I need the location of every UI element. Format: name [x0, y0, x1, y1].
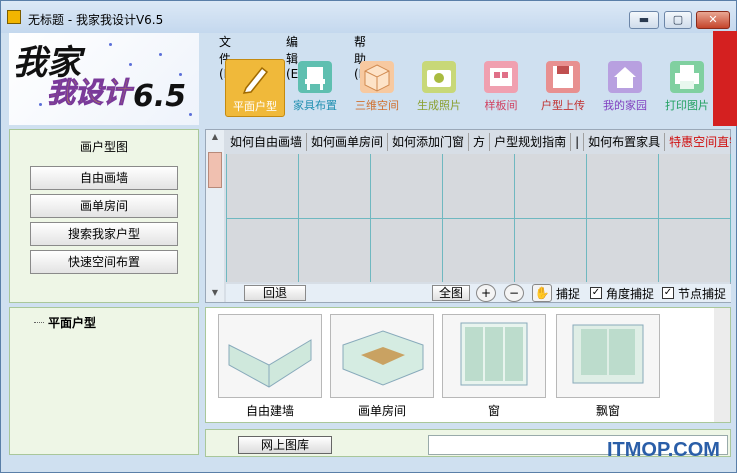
angle-snap-checkbox[interactable]: ✓ — [590, 287, 602, 299]
tool-upload[interactable]: 户型上传 — [533, 59, 593, 117]
tool-label: 平面户型 — [233, 100, 277, 113]
tab-free-wall[interactable]: 如何自由画墙 — [226, 133, 308, 151]
tree-panel: 平面户型 — [9, 307, 199, 455]
zoom-out-icon[interactable]: − — [504, 284, 524, 302]
lib-item-window[interactable] — [442, 314, 546, 398]
maximize-button[interactable]: ▢ — [664, 11, 692, 29]
tool-label: 样板间 — [484, 99, 518, 112]
scroll-thumb[interactable] — [208, 152, 222, 188]
tool-label: 户型上传 — [541, 99, 585, 112]
close-button[interactable]: ✕ — [696, 11, 730, 29]
tool-floorplan[interactable]: 平面户型 — [225, 59, 285, 117]
lib-label: 自由建墙 — [245, 404, 294, 418]
tab-separator: | — [571, 133, 585, 151]
tool-3d[interactable]: 三维空间 — [347, 59, 407, 117]
tool-furniture[interactable]: 家具布置 — [285, 59, 345, 117]
tool-label: 家具布置 — [293, 99, 337, 112]
sidebar-panel: 画户型图 自由画墙 画单房间 搜索我家户型 快速空间布置 — [9, 129, 199, 303]
tool-print[interactable]: 打印图片 — [657, 59, 717, 117]
lib-item-bay-window[interactable] — [556, 314, 660, 398]
window-title: 无标题 - 我家我设计V6.5 — [28, 13, 164, 27]
tab-doors-windows[interactable]: 如何添加门窗 — [388, 133, 470, 151]
angle-snap-label: 角度捕捉 — [606, 287, 655, 301]
main-toolbar: 平面户型 家具布置 三维空间 生成照片 样板间 户型上传 我的家园 打印图片 — [223, 59, 713, 119]
lib-label: 画单房间 — [357, 404, 406, 418]
tool-label: 我的家园 — [603, 99, 647, 112]
room-icon — [484, 61, 518, 93]
title-bar: 无标题 - 我家我设计V6.5 ▬ ▢ ✕ — [1, 1, 736, 33]
lib-item-single-room[interactable] — [330, 314, 434, 398]
design-canvas-area: ▲ ▼ 如何自由画墙 如何画单房间 如何添加门窗方户型规划指南 | 如何布置家具 特惠空间… — [205, 129, 731, 303]
floppy-icon — [546, 61, 580, 93]
camera-icon — [422, 61, 456, 93]
snap-label: 捕捉 — [556, 287, 581, 301]
quick-layout-button[interactable]: 快速空间布置 — [30, 250, 178, 274]
sidebar-title: 画户型图 — [79, 140, 128, 154]
scroll-up-arrow[interactable]: ▲ — [208, 132, 222, 144]
help-tabs: 如何自由画墙如何画单房间如何添加门窗方户型规划指南|如何布置家具特惠空间直销 — [226, 133, 731, 151]
library-scrollbar[interactable] — [714, 308, 730, 422]
lib-label: 窗 — [487, 404, 500, 418]
chair-icon — [298, 61, 332, 93]
tab-layout-guide[interactable]: 户型规划指南 — [490, 133, 572, 151]
free-wall-button[interactable]: 自由画墙 — [30, 166, 178, 190]
tool-label: 打印图片 — [665, 99, 709, 112]
home-icon — [608, 61, 642, 93]
search-floorplan-button[interactable]: 搜索我家户型 — [30, 222, 178, 246]
minimize-button[interactable]: ▬ — [629, 11, 659, 29]
lib-item-free-wall[interactable] — [218, 314, 322, 398]
undo-button[interactable]: 回退 — [244, 285, 306, 301]
zoom-in-icon[interactable]: + — [476, 284, 496, 302]
logo-version: 6.5 — [133, 79, 187, 114]
cube-icon — [360, 61, 394, 93]
node-snap-checkbox[interactable]: ✓ — [662, 287, 674, 299]
watermark-text: ITMOP.COM — [607, 439, 720, 461]
hand-pan-icon[interactable]: ✋ — [532, 284, 552, 302]
pencil-icon — [238, 62, 272, 94]
tool-label: 三维空间 — [355, 99, 399, 112]
tab-partial[interactable]: 方 — [469, 133, 491, 151]
tree-root-floorplan[interactable]: 平面户型 — [48, 314, 96, 331]
tab-single-room[interactable]: 如何画单房间 — [307, 133, 389, 151]
drawing-grid[interactable] — [226, 154, 731, 282]
tool-myhome[interactable]: 我的家园 — [595, 59, 655, 117]
single-room-button[interactable]: 画单房间 — [30, 194, 178, 218]
component-library: 自由建墙 画单房间 窗 飘窗 — [205, 307, 731, 423]
tab-special-offer[interactable]: 特惠空间直销 — [665, 133, 731, 151]
tool-photo[interactable]: 生成照片 — [409, 59, 469, 117]
canvas-vertical-scrollbar[interactable]: ▲ ▼ — [206, 130, 224, 302]
tool-label: 生成照片 — [417, 99, 461, 112]
node-snap-label: 节点捕捉 — [678, 287, 727, 301]
scroll-down-arrow[interactable]: ▼ — [208, 288, 222, 300]
app-window: 无标题 - 我家我设计V6.5 ▬ ▢ ✕ 我家 我设计 6.5 文件(F) 编… — [0, 0, 737, 473]
online-library-button[interactable]: 网上图库 — [238, 436, 332, 454]
app-icon — [7, 10, 21, 24]
app-logo: 我家 我设计 6.5 — [9, 33, 199, 125]
tool-showroom[interactable]: 样板间 — [471, 59, 531, 117]
fit-all-button[interactable]: 全图 — [432, 285, 470, 301]
tab-furniture[interactable]: 如何布置家具 — [584, 133, 666, 151]
printer-icon — [670, 61, 704, 93]
lib-label: 飘窗 — [595, 404, 620, 418]
logo-text-sub: 我设计 — [46, 76, 132, 110]
canvas-toolbar: 回退 全图 + − ✋ 捕捉 ✓ 角度捕捉 ✓ 节点捕捉 — [226, 284, 731, 302]
